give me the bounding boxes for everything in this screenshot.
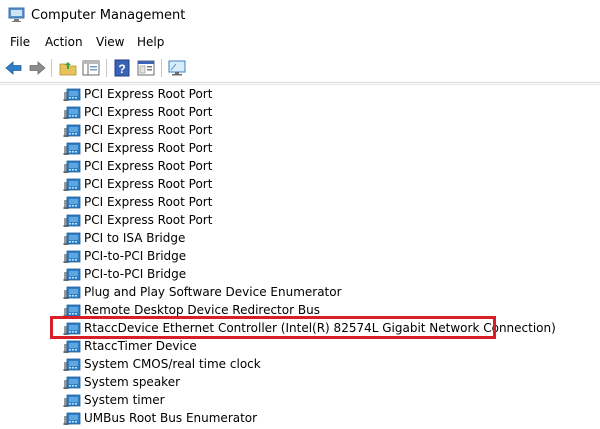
device-icon bbox=[63, 320, 81, 336]
device-label: Remote Desktop Device Redirector Bus bbox=[84, 303, 320, 317]
device-list-item[interactable]: UMBus Root Bus Enumerator bbox=[60, 409, 580, 427]
menu-help[interactable]: Help bbox=[137, 34, 164, 50]
toolbar: ? bbox=[0, 53, 600, 83]
properties-icon[interactable] bbox=[136, 58, 156, 78]
toolbar-separator bbox=[51, 59, 52, 77]
device-list-item[interactable]: PCI Express Root Port bbox=[60, 103, 580, 121]
device-icon bbox=[63, 392, 81, 408]
device-label: PCI Express Root Port bbox=[84, 159, 213, 173]
device-label: PCI Express Root Port bbox=[84, 177, 213, 191]
device-icon bbox=[63, 140, 81, 156]
device-icon bbox=[63, 104, 81, 120]
menu-action[interactable]: Action bbox=[45, 34, 83, 50]
device-label: PCI Express Root Port bbox=[84, 141, 213, 155]
device-list-item[interactable]: System timer bbox=[60, 391, 580, 409]
back-arrow-icon[interactable] bbox=[4, 58, 24, 78]
device-icon bbox=[63, 338, 81, 354]
device-label: PCI Express Root Port bbox=[84, 213, 213, 227]
device-label: PCI-to-PCI Bridge bbox=[84, 249, 187, 263]
device-list-item[interactable]: PCI to ISA Bridge bbox=[60, 229, 580, 247]
show-hide-console-tree-icon[interactable] bbox=[81, 58, 101, 78]
device-list-item[interactable]: PCI-to-PCI Bridge bbox=[60, 265, 580, 283]
device-list-item[interactable]: Plug and Play Software Device Enumerator bbox=[60, 283, 580, 301]
device-icon bbox=[63, 284, 81, 300]
device-label: System CMOS/real time clock bbox=[84, 357, 261, 371]
device-label: PCI Express Root Port bbox=[84, 123, 213, 137]
toolbar-separator bbox=[106, 59, 107, 77]
device-icon bbox=[63, 374, 81, 390]
device-icon bbox=[63, 212, 81, 228]
device-list-item[interactable]: PCI Express Root Port bbox=[60, 139, 580, 157]
monitor-icon[interactable] bbox=[167, 58, 187, 78]
device-label: UMBus Root Bus Enumerator bbox=[84, 411, 258, 425]
up-folder-icon[interactable] bbox=[58, 58, 78, 78]
svg-text:?: ? bbox=[118, 62, 125, 76]
device-list-item[interactable]: PCI Express Root Port bbox=[60, 211, 580, 229]
device-icon bbox=[63, 158, 81, 174]
menu-view[interactable]: View bbox=[96, 34, 124, 50]
device-list-item[interactable]: PCI Express Root Port bbox=[60, 85, 580, 103]
device-list-item[interactable]: System CMOS/real time clock bbox=[60, 355, 580, 373]
help-icon[interactable]: ? bbox=[112, 58, 132, 78]
device-icon bbox=[63, 194, 81, 210]
device-list-item[interactable]: RtaccTimer Device bbox=[60, 337, 580, 355]
menu-bar: File Action View Help bbox=[0, 31, 600, 53]
device-icon bbox=[63, 230, 81, 246]
device-label: PCI-to-PCI Bridge bbox=[84, 267, 187, 281]
device-icon bbox=[63, 248, 81, 264]
device-list-item[interactable]: PCI Express Root Port bbox=[60, 193, 580, 211]
device-list-item[interactable]: PCI Express Root Port bbox=[60, 157, 580, 175]
window-title: Computer Management bbox=[31, 8, 186, 23]
device-label: System speaker bbox=[84, 375, 181, 389]
device-icon bbox=[63, 410, 81, 426]
device-label: PCI Express Root Port bbox=[84, 105, 213, 119]
title-bar: Computer Management bbox=[0, 0, 600, 31]
device-tree: PCI Express Root Port PCI Express Root Po… bbox=[0, 84, 600, 429]
device-icon bbox=[63, 302, 81, 318]
device-label: RtaccTimer Device bbox=[84, 339, 197, 353]
device-list-item[interactable]: Remote Desktop Device Redirector Bus bbox=[60, 301, 580, 319]
device-icon bbox=[63, 122, 81, 138]
device-icon bbox=[63, 176, 81, 192]
computer-management-icon bbox=[8, 7, 25, 22]
menu-file[interactable]: File bbox=[10, 34, 30, 50]
device-label: Plug and Play Software Device Enumerator bbox=[84, 285, 342, 299]
device-label: RtaccDevice Ethernet Controller (Intel(R… bbox=[84, 321, 556, 335]
device-label: System timer bbox=[84, 393, 165, 407]
device-list-item[interactable]: PCI Express Root Port bbox=[60, 175, 580, 193]
forward-arrow-icon[interactable] bbox=[27, 58, 47, 78]
device-list-item[interactable]: PCI-to-PCI Bridge bbox=[60, 247, 580, 265]
device-label: PCI Express Root Port bbox=[84, 195, 213, 209]
device-icon bbox=[63, 266, 81, 282]
device-icon bbox=[63, 356, 81, 372]
device-list-item[interactable]: PCI Express Root Port bbox=[60, 121, 580, 139]
device-label: PCI Express Root Port bbox=[84, 87, 213, 101]
device-list-item[interactable]: System speaker bbox=[60, 373, 580, 391]
device-list-item[interactable]: RtaccDevice Ethernet Controller (Intel(R… bbox=[60, 319, 580, 337]
device-label: PCI to ISA Bridge bbox=[84, 231, 186, 245]
device-icon bbox=[63, 86, 81, 102]
toolbar-separator bbox=[161, 59, 162, 77]
